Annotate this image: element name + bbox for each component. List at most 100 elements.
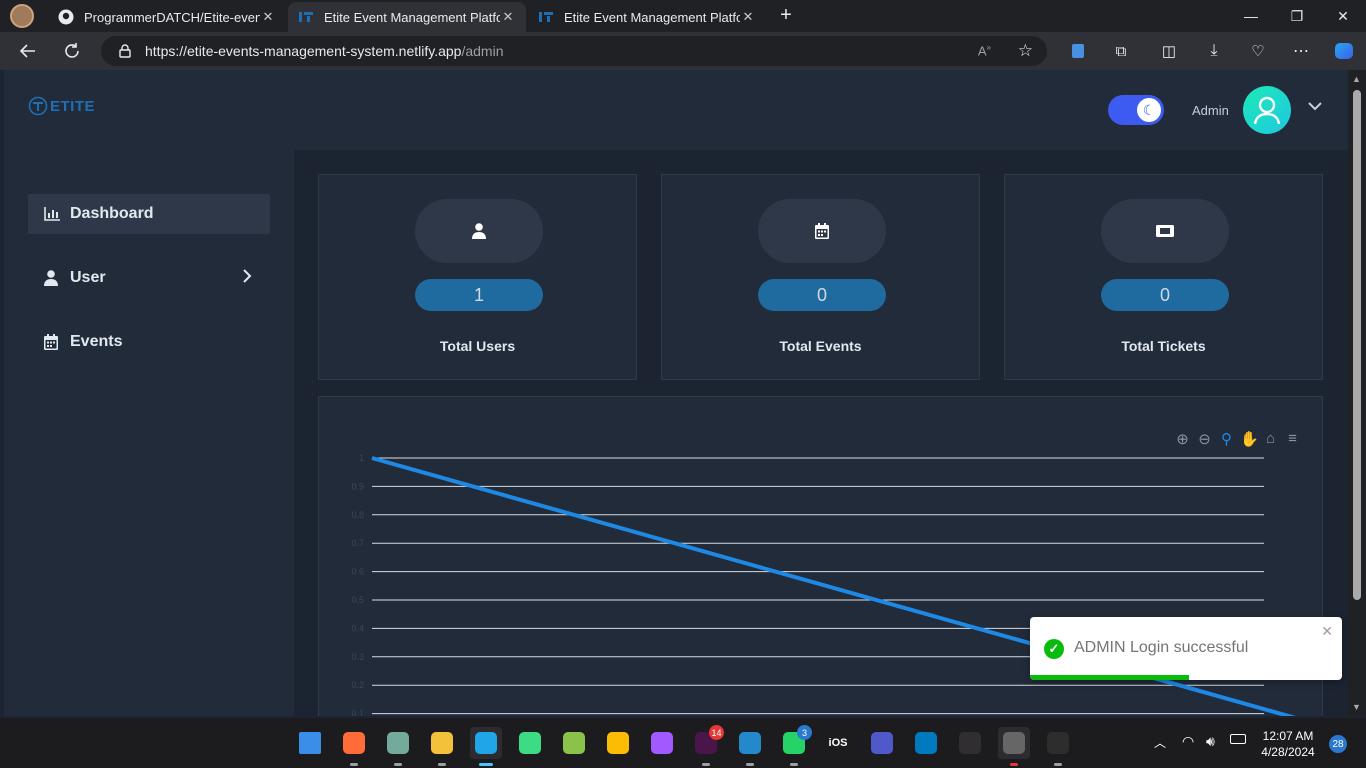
running-indicator (479, 763, 493, 766)
extensions-icon[interactable]: ⧉ (1106, 36, 1136, 66)
trello-icon[interactable] (910, 727, 942, 759)
address-bar[interactable]: https://etite-events-management-system.n… (101, 36, 1047, 66)
logo-text: ETITE (50, 97, 96, 115)
y-tick-label: 0.3 (351, 652, 364, 662)
url-path: /admin (461, 43, 504, 59)
stat-card-events: 0 Total Events (661, 174, 980, 380)
android-studio-icon[interactable] (514, 727, 546, 759)
scroll-up-arrow[interactable]: ▲ (1352, 74, 1361, 84)
close-icon[interactable]: ✕ (500, 9, 516, 25)
tab-title: ProgrammerDATCH/Etite-event-r (84, 9, 260, 25)
running-indicator (394, 763, 402, 766)
edge-icon[interactable] (470, 727, 502, 766)
back-button[interactable] (13, 36, 43, 66)
download-icon[interactable]: ⤓ (1199, 36, 1229, 66)
tab-title: Etite Event Management Platform (564, 9, 740, 25)
moon-icon: ☾ (1137, 98, 1161, 122)
windows-taskbar: 14 3 iOS ︿ ◠ 🔊︎ 12:07 AM 4/28/2024 (0, 718, 1366, 768)
stat-card-users: 1 Total Users (318, 174, 637, 380)
user-icon (44, 270, 60, 286)
terminal-icon[interactable] (1042, 727, 1074, 766)
avatar[interactable] (1243, 86, 1291, 134)
system-clock[interactable]: 12:07 AM 4/28/2024 (1256, 728, 1320, 760)
start-icon[interactable] (294, 727, 326, 759)
refresh-button[interactable] (57, 36, 87, 66)
wifi-icon[interactable]: ◠ (1182, 733, 1194, 750)
lock-icon[interactable] (119, 44, 131, 58)
browser-tab-bar: ProgrammerDATCH/Etite-event-r ✕ Etite Ev… (0, 0, 1366, 32)
tab-etite-active[interactable]: Etite Event Management Platform ✕ (288, 2, 526, 32)
page-scrollbar[interactable]: ▲ ▼ (1348, 70, 1366, 716)
edge-glyph (475, 732, 497, 754)
postman-icon[interactable] (338, 727, 370, 766)
file-explorer-icon[interactable] (426, 727, 458, 766)
money-manager-icon[interactable] (558, 727, 590, 759)
profile-avatar[interactable] (10, 4, 34, 28)
close-icon[interactable]: ✕ (260, 9, 276, 25)
tab-title: Etite Event Management Platform (324, 9, 500, 25)
slack-icon[interactable]: 14 (690, 725, 724, 766)
read-aloud-icon[interactable]: A» (978, 43, 991, 58)
y-tick-label: 1 (359, 453, 364, 463)
scrollbar-thumb[interactable] (1353, 90, 1361, 600)
close-icon[interactable]: ✕ (740, 9, 756, 25)
close-icon[interactable]: ✕ (1321, 623, 1333, 640)
more-menu-icon[interactable]: ⋯ (1286, 36, 1316, 66)
sidebar-item-dashboard[interactable]: Dashboard (28, 194, 270, 234)
chatgpt-icon[interactable] (382, 727, 414, 766)
copilot-icon[interactable] (1329, 36, 1359, 66)
chevron-up-icon[interactable]: ︿ (1154, 734, 1166, 751)
logo-icon (28, 96, 48, 116)
toast-progress-bar (1030, 675, 1190, 680)
obs-icon[interactable] (954, 727, 986, 759)
calendar-icon (758, 199, 886, 263)
sidebar-item-label: User (70, 269, 106, 286)
new-tab-button[interactable]: + (774, 4, 798, 28)
chrome-icon[interactable] (602, 727, 634, 759)
figma-icon[interactable] (646, 727, 678, 759)
android-studio-glyph (519, 732, 541, 754)
stat-label: Total Tickets (1121, 338, 1206, 354)
favorite-star-icon[interactable]: ☆ (1018, 41, 1033, 61)
scroll-down-arrow[interactable]: ▼ (1352, 702, 1361, 712)
sidebar-item-events[interactable]: Events (28, 322, 270, 362)
sidebar-item-user[interactable]: User (28, 258, 270, 298)
clock-time: 12:07 AM (1262, 729, 1314, 743)
running-indicator (790, 763, 798, 766)
notification-badge[interactable]: 28 (1329, 735, 1347, 753)
tab-etite[interactable]: Etite Event Management Platform ✕ (528, 2, 766, 32)
running-indicator (702, 763, 710, 766)
stat-value: 1 (415, 279, 543, 311)
y-tick-label: 0.9 (351, 481, 364, 491)
collections-icon[interactable] (1063, 36, 1093, 66)
running-indicator (746, 763, 754, 766)
ios-icon[interactable]: iOS (822, 727, 854, 759)
toast-message: ADMIN Login successful (1074, 639, 1249, 656)
restore-button[interactable]: ❐ (1274, 0, 1320, 32)
figma-glyph (651, 732, 673, 754)
tab-github[interactable]: ProgrammerDATCH/Etite-event-r ✕ (48, 2, 286, 32)
split-screen-icon[interactable]: ◫ (1154, 36, 1184, 66)
y-tick-label: 0.5 (351, 595, 364, 605)
logo[interactable]: ETITE (28, 96, 95, 116)
stat-card-tickets: 0 Total Tickets (1004, 174, 1323, 380)
chevron-down-icon[interactable] (1308, 98, 1322, 116)
trello-glyph (915, 732, 937, 754)
theme-toggle[interactable]: ☾ (1108, 95, 1164, 125)
user-avatar-icon (1253, 96, 1281, 125)
chrome-glyph (607, 732, 629, 754)
teams-icon[interactable] (866, 727, 898, 759)
running-indicator (1054, 763, 1062, 766)
app-badge: 14 (709, 725, 724, 740)
browser-essentials-icon[interactable]: ♡ (1243, 36, 1273, 66)
volume-icon[interactable]: 🔊︎ (1206, 733, 1215, 750)
vscode-icon[interactable] (734, 727, 766, 766)
whatsapp-icon[interactable]: 3 (778, 725, 812, 766)
battery-icon[interactable] (1230, 734, 1246, 744)
minimize-button[interactable]: — (1228, 0, 1274, 32)
etite-favicon-icon (538, 9, 554, 25)
y-tick-label: 0.6 (351, 567, 364, 577)
window-close-button[interactable]: ✕ (1320, 0, 1366, 32)
stat-label: Total Events (779, 338, 862, 354)
settings-icon[interactable] (998, 727, 1030, 766)
